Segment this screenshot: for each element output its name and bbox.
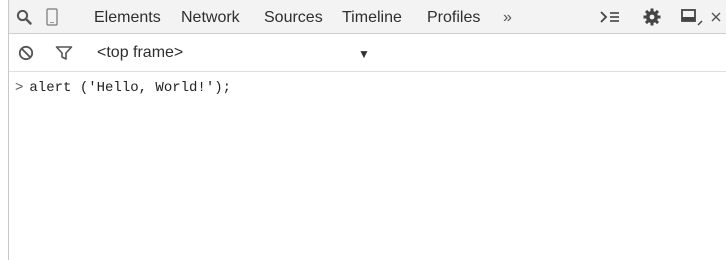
tab-sources[interactable]: Sources [264,0,323,34]
console-output[interactable]: > alert ('Hello, World!'); [9,72,726,260]
search-icon[interactable] [11,0,37,34]
devtools-window: Elements Network Sources Timeline Profil… [8,0,726,260]
dropdown-arrow-icon[interactable]: ▼ [358,34,370,72]
frame-selector[interactable]: <top frame> [97,34,183,72]
console-prompt: > [15,80,24,96]
tab-timeline[interactable]: Timeline [342,0,402,34]
console-command-line: > alert ('Hello, World!'); [15,80,231,96]
console-command: alert ('Hello, World!'); [29,80,232,96]
tab-profiles[interactable]: Profiles [427,0,480,34]
devtools-toolbar: Elements Network Sources Timeline Profil… [9,0,726,34]
show-drawer-icon[interactable] [599,0,621,34]
tab-elements[interactable]: Elements [94,0,161,34]
clear-console-icon[interactable] [15,34,37,72]
device-mode-icon[interactable] [43,0,61,34]
more-tabs-button[interactable]: » [503,0,512,34]
settings-gear-icon[interactable] [641,0,663,34]
tab-network[interactable]: Network [181,0,240,34]
close-icon[interactable] [709,0,723,34]
dock-side-icon[interactable] [679,0,705,34]
filter-icon[interactable] [53,34,75,72]
console-toolbar: <top frame> ▼ [9,34,726,72]
